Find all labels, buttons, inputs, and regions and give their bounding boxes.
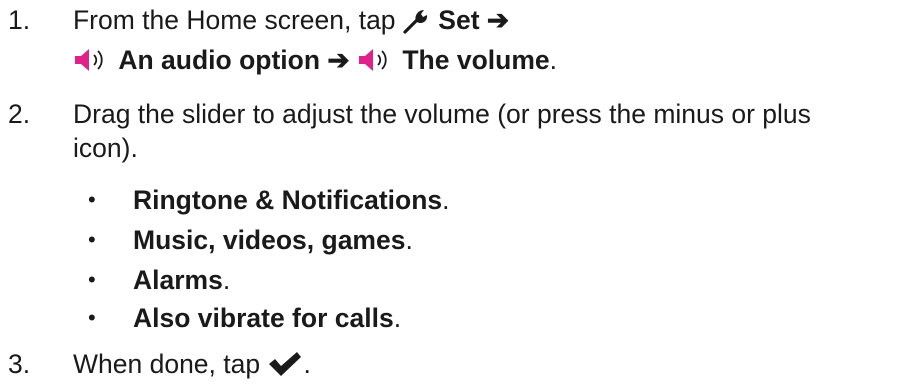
step-text: When done, tap . bbox=[73, 346, 311, 384]
step-text-continued: icon). bbox=[73, 133, 138, 163]
step-number: 2. bbox=[8, 99, 31, 129]
speaker-icon bbox=[73, 44, 111, 80]
speaker-icon bbox=[357, 44, 395, 80]
step-text: From the Home screen, tap Set ➔ bbox=[73, 2, 509, 40]
period: . bbox=[549, 45, 558, 75]
arrow-icon: ➔ bbox=[486, 5, 510, 35]
set-label: Set bbox=[438, 5, 480, 35]
step-number: 1. bbox=[8, 5, 31, 35]
period: . bbox=[303, 349, 311, 379]
step-text: Drag the slider to adjust the volume (or… bbox=[73, 99, 811, 129]
bullet-text: Alarms bbox=[133, 265, 223, 295]
audio-option-label: An audio option bbox=[118, 45, 321, 75]
bullet-icon: • bbox=[88, 187, 96, 212]
step-1-prefix: From the Home screen, tap bbox=[73, 5, 396, 35]
wrench-icon bbox=[403, 4, 431, 40]
bullet-icon: • bbox=[88, 305, 96, 330]
bullet-text: Also vibrate for calls bbox=[133, 303, 394, 333]
step-number: 3. bbox=[8, 349, 31, 379]
bullet-icon: • bbox=[88, 267, 96, 292]
bullet-icon: • bbox=[88, 227, 96, 252]
bullet-text: Music, videos, games bbox=[133, 225, 406, 255]
volume-label: The volume bbox=[402, 45, 550, 75]
checkmark-icon bbox=[267, 348, 303, 384]
arrow-icon: ➔ bbox=[327, 45, 350, 75]
bullet-text: Ringtone & Notifications bbox=[133, 185, 443, 215]
